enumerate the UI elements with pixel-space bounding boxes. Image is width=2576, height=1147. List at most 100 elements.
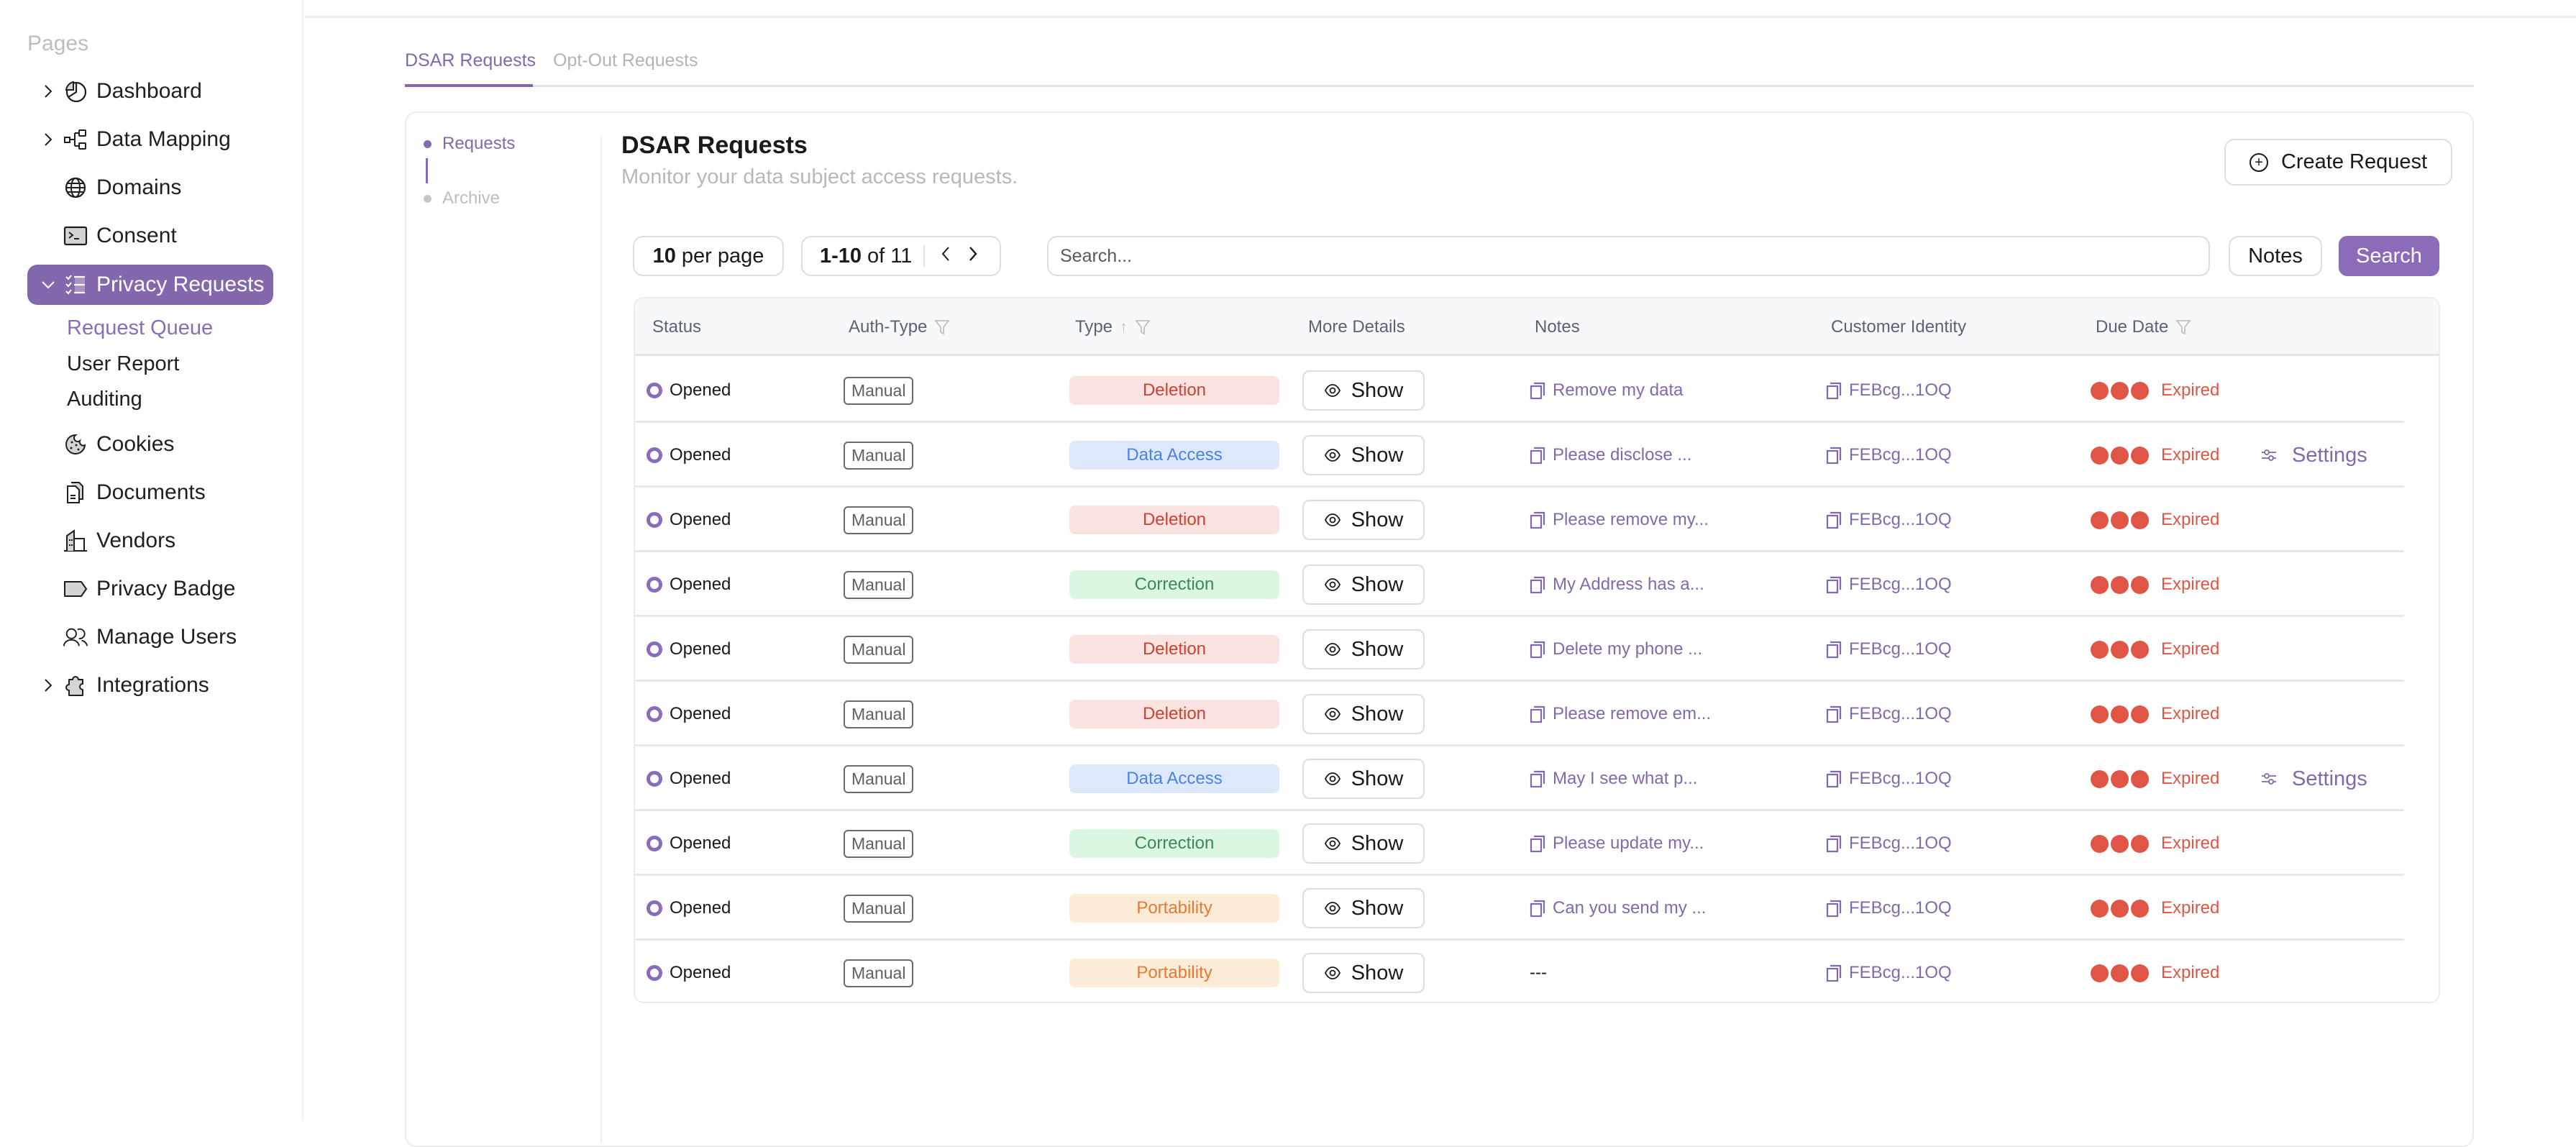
copy-icon [1826,770,1842,788]
sidebar-item-domains[interactable]: Domains [27,168,273,208]
note-link[interactable]: Can you send my ... [1530,898,1706,918]
auth-type-cell: Manual [844,423,914,488]
chevron-right-icon[interactable] [37,129,59,150]
show-details-button[interactable]: Show [1302,500,1425,540]
table-row[interactable]: Opened Manual Deletion Show Delete my ph… [635,617,2404,682]
show-label: Show [1351,378,1404,402]
chevron-left-icon[interactable] [941,245,951,268]
show-details-button[interactable]: Show [1302,694,1425,734]
filter-icon[interactable] [2175,319,2192,336]
customer-identity-link[interactable]: FEBcg...1OQ [1826,898,1952,918]
chevron-right-icon[interactable] [37,81,59,102]
column-header-notes: Notes [1535,317,1580,337]
settings-link[interactable]: Settings [2260,444,2367,467]
sidebar-item-label: Manage Users [96,625,237,649]
status-ring-icon [647,641,662,657]
status-cell: Opened [647,488,731,552]
copy-icon [1826,576,1842,594]
eye-icon [1324,837,1340,850]
customer-identity-link[interactable]: FEBcg...1OQ [1826,639,1952,659]
sidebar-item-label: Vendors [96,529,176,552]
sidebar-item-dashboard[interactable]: Dashboard [27,71,273,111]
customer-identity-link[interactable]: FEBcg...1OQ [1826,510,1952,530]
per-page-value: 10 [652,244,676,268]
status-ring-icon [647,836,662,851]
table-row[interactable]: Opened Manual Data Access Show Please di… [635,423,2404,488]
note-link[interactable]: Please remove em... [1530,704,1711,724]
sidebar-item-data-mapping[interactable]: Data Mapping [27,119,273,160]
chevron-right-icon[interactable] [37,675,59,696]
pagination-total: of 11 [867,244,913,268]
column-header-type[interactable]: Type ↑ [1075,298,1151,356]
table-row[interactable]: Opened Manual Deletion Show Please remov… [635,682,2404,746]
sidebar-item-integrations[interactable]: Integrations [27,665,273,705]
show-details-button[interactable]: Show [1302,823,1425,864]
note-link[interactable]: Delete my phone ... [1530,639,1702,659]
column-header-due-date[interactable]: Due Date [2096,298,2192,356]
notes-button[interactable]: Notes [2229,236,2322,276]
tab-opt-out-requests[interactable]: Opt-Out Requests [553,50,698,71]
inner-nav-requests[interactable]: Requests [424,134,515,154]
table-row[interactable]: Opened Manual Data Access Show May I see… [635,746,2404,811]
create-request-button[interactable]: + Create Request [2224,139,2452,186]
sort-ascending-icon[interactable]: ↑ [1120,318,1128,337]
customer-identity-link[interactable]: FEBcg...1OQ [1826,445,1952,465]
per-page-select[interactable]: 10 per page [633,236,784,276]
sidebar-item-vendors[interactable]: Vendors [27,521,273,561]
type-cell: Deletion [1069,358,1279,423]
users-icon [63,624,88,650]
sidebar-item-manage-users[interactable]: Manage Users [27,617,273,657]
show-label: Show [1351,637,1404,661]
sidebar-item-privacy-requests[interactable]: Privacy Requests [27,265,273,305]
chevron-right-icon[interactable] [968,245,978,268]
table-row[interactable]: Opened Manual Correction Show My Address… [635,552,2404,617]
sidebar-item-consent[interactable]: Consent [27,216,273,256]
sidebar-item-privacy-badge[interactable]: Privacy Badge [27,569,273,609]
table-row[interactable]: Opened Manual Deletion Show Please remov… [635,488,2404,552]
inner-nav-label: Archive [442,188,501,208]
customer-identity-link[interactable]: FEBcg...1OQ [1826,575,1952,595]
show-details-button[interactable]: Show [1302,370,1425,411]
inner-nav-archive[interactable]: Archive [424,188,500,209]
filter-icon[interactable] [934,319,951,336]
note-link[interactable]: May I see what p... [1530,769,1697,789]
sidebar-item-documents[interactable]: Documents [27,472,273,513]
sidebar-subitem-auditing[interactable]: Auditing [67,388,142,411]
column-header-auth-type[interactable]: Auth-Type [849,298,951,356]
filter-icon[interactable] [1135,319,1151,336]
chevron-down-icon[interactable] [37,274,59,296]
search-input[interactable] [1047,236,2210,276]
table-row[interactable]: Opened Manual Correction Show Please upd… [635,811,2404,876]
status-ring-icon [647,383,662,398]
search-button[interactable]: Search [2339,236,2439,276]
sidebar-subitem-request-queue[interactable]: Request Queue [67,316,213,340]
note-link[interactable]: Please disclose ... [1530,445,1691,465]
show-details-button[interactable]: Show [1302,435,1425,475]
show-details-button[interactable]: Show [1302,888,1425,928]
sidebar-item-label: Dashboard [96,79,202,103]
sidebar-subitem-user-report[interactable]: User Report [67,352,179,376]
status-text: Opened [670,833,731,853]
note-link[interactable]: My Address has a... [1530,575,1704,595]
copy-icon [1530,382,1545,400]
sidebar-item-cookies[interactable]: Cookies [27,424,273,465]
show-details-button[interactable]: Show [1302,953,1425,993]
customer-identity-link[interactable]: FEBcg...1OQ [1826,704,1952,724]
table-row[interactable]: Opened Manual Portability Show Can you s… [635,876,2404,941]
customer-identity-link[interactable]: FEBcg...1OQ [1826,963,1952,983]
customer-identity-link[interactable]: FEBcg...1OQ [1826,769,1952,789]
auth-type-badge: Manual [844,764,914,793]
tab-dsar-requests[interactable]: DSAR Requests [405,50,536,71]
show-details-button[interactable]: Show [1302,759,1425,799]
note-link[interactable]: Remove my data [1530,380,1683,401]
table-row[interactable]: Opened Manual Portability Show --- FEBcg… [635,941,2404,1002]
settings-link[interactable]: Settings [2260,767,2367,791]
note-link[interactable]: Please update my... [1530,833,1704,854]
customer-identity-link[interactable]: FEBcg...1OQ [1826,833,1952,854]
table-row[interactable]: Opened Manual Deletion Show Remove my da… [635,358,2404,423]
show-details-button[interactable]: Show [1302,629,1425,670]
eye-icon [1324,449,1340,462]
note-link[interactable]: Please remove my... [1530,510,1709,530]
show-details-button[interactable]: Show [1302,565,1425,605]
customer-identity-link[interactable]: FEBcg...1OQ [1826,380,1952,401]
